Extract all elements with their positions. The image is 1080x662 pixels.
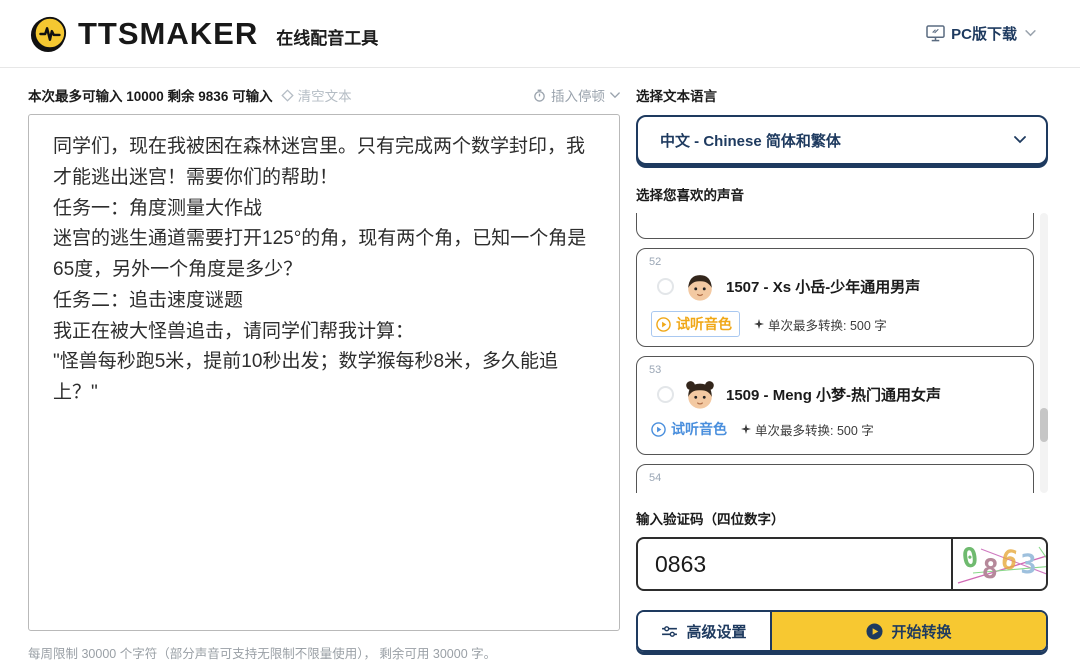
voice-card-54[interactable]: 54 — [636, 464, 1034, 493]
action-buttons: 高级设置 开始转换 — [636, 610, 1048, 652]
preview-voice-button[interactable]: 试听音色 — [651, 419, 727, 439]
voice-limit-label: 单次最多转换: 500 字 — [768, 315, 887, 334]
char-counter: 本次最多可输入 10000 剩余 9836 可输入 清空文本 — [28, 85, 352, 105]
language-selected-value: 中文 - Chinese 简体和繁体 — [660, 130, 841, 151]
boy-avatar-icon — [683, 269, 717, 303]
tts-text-input[interactable]: 同学们，现在我被困在森林迷宫里。只有完成两个数学封印，我才能逃出迷宫！需要你们的… — [28, 114, 620, 631]
voice-limit: 单次最多转换: 500 字 — [754, 315, 887, 334]
voice-limit: 单次最多转换: 500 字 — [741, 420, 874, 439]
voice-radio[interactable] — [657, 278, 674, 295]
insert-pause-button[interactable]: 插入停顿 — [533, 85, 620, 105]
voice-radio[interactable] — [657, 386, 674, 403]
captcha-row: 0 8 6 3 — [636, 537, 1048, 591]
editor-toolbar: 本次最多可输入 10000 剩余 9836 可输入 清空文本 插入停顿 — [28, 85, 620, 105]
main-content: 本次最多可输入 10000 剩余 9836 可输入 清空文本 插入停顿 — [0, 68, 1080, 662]
voice-index: 53 — [649, 364, 1021, 376]
sparkle-icon — [754, 319, 764, 329]
insert-pause-label: 插入停顿 — [551, 85, 605, 105]
voice-card-53[interactable]: 53 — [636, 356, 1034, 455]
app-header: TTSMAKER 在线配音工具 PC版下载 — [0, 0, 1080, 68]
language-section-label: 选择文本语言 — [636, 85, 1048, 105]
text-editor-panel: 本次最多可输入 10000 剩余 9836 可输入 清空文本 插入停顿 — [28, 85, 620, 662]
advanced-settings-button[interactable]: 高级设置 — [638, 612, 772, 650]
captcha-digit: 8 — [980, 553, 999, 586]
brand[interactable]: TTSMAKER 在线配音工具 — [30, 15, 378, 53]
clear-text-button[interactable]: 清空文本 — [281, 85, 352, 105]
captcha-image[interactable]: 0 8 6 3 — [951, 537, 1048, 591]
voice-card-partial-top[interactable] — [636, 213, 1034, 239]
voices-section-label: 选择您喜欢的声音 — [636, 184, 1048, 204]
girl-avatar-icon — [683, 377, 717, 411]
chevron-down-icon — [610, 92, 620, 99]
voice-index: 54 — [649, 472, 1021, 484]
preview-voice-label: 试听音色 — [676, 314, 732, 334]
voice-list: 52 1507 - Xs 小岳-少年通用男声 — [636, 213, 1048, 493]
brand-subtitle: 在线配音工具 — [276, 24, 378, 49]
options-panel: 选择文本语言 中文 - Chinese 简体和繁体 选择您喜欢的声音 52 — [636, 85, 1048, 662]
chevron-down-icon — [1014, 136, 1026, 144]
sparkle-icon — [741, 424, 751, 434]
chevron-down-icon — [1025, 30, 1036, 37]
pc-download-button[interactable]: PC版下载 — [926, 23, 1036, 44]
captcha-section-label: 输入验证码（四位数字） — [636, 508, 1048, 528]
clear-text-label: 清空文本 — [298, 85, 352, 105]
pc-download-label: PC版下载 — [951, 23, 1017, 44]
captcha-input[interactable] — [636, 537, 952, 591]
sliders-icon — [661, 625, 678, 638]
voice-list-scroll-content: 52 1507 - Xs 小岳-少年通用男声 — [636, 213, 1034, 493]
language-select[interactable]: 中文 - Chinese 简体和繁体 — [636, 115, 1048, 165]
weekly-limit-note: 每周限制 30000 个字符（部分声音可支持无限制不限量使用）， 剩余可用 30… — [28, 643, 620, 662]
voice-list-scrollbar[interactable] — [1040, 213, 1048, 493]
play-circle-icon — [866, 623, 883, 640]
voice-limit-label: 单次最多转换: 500 字 — [755, 420, 874, 439]
timer-icon — [533, 89, 546, 102]
brand-name: TTSMAKER — [78, 16, 258, 52]
voice-list-scrollbar-thumb[interactable] — [1040, 408, 1048, 442]
monitor-icon — [926, 25, 945, 42]
voice-name: 1507 - Xs 小岳-少年通用男声 — [726, 276, 920, 297]
voice-name: 1509 - Meng 小梦-热门通用女声 — [726, 384, 941, 405]
preview-voice-label: 试听音色 — [671, 419, 727, 439]
ttsmaker-logo-icon — [30, 15, 68, 53]
char-counter-text: 本次最多可输入 10000 剩余 9836 可输入 — [28, 85, 273, 105]
captcha-digit: 3 — [1020, 549, 1036, 580]
preview-voice-button[interactable]: 试听音色 — [651, 311, 740, 337]
voice-index: 52 — [649, 256, 1021, 268]
advanced-settings-label: 高级设置 — [686, 621, 746, 642]
voice-card-52[interactable]: 52 1507 - Xs 小岳-少年通用男声 — [636, 248, 1034, 347]
start-convert-button[interactable]: 开始转换 — [772, 612, 1046, 650]
eraser-icon — [281, 89, 294, 102]
start-convert-label: 开始转换 — [891, 621, 951, 642]
